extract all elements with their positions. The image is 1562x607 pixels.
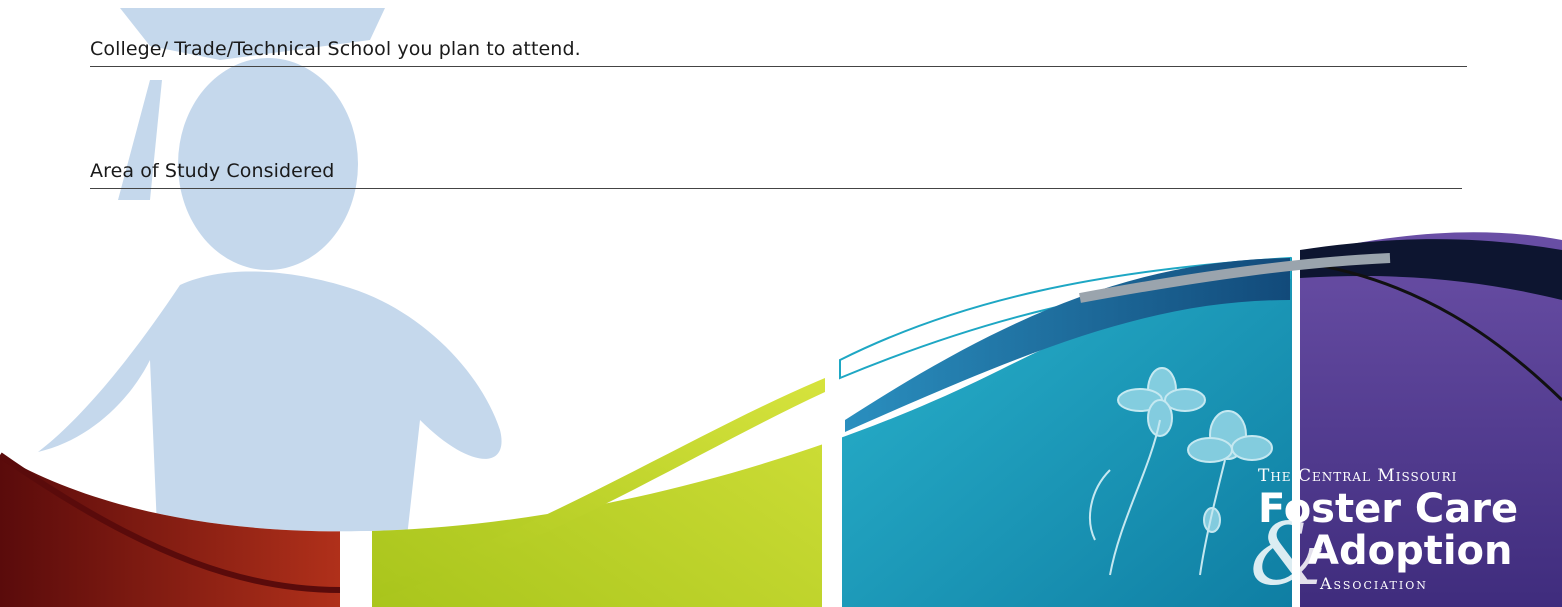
area-of-study-label: Area of Study Considered bbox=[90, 160, 335, 182]
logo-line-4: Association bbox=[1320, 574, 1428, 593]
school-field-label: College/ Trade/Technical School you plan… bbox=[90, 38, 581, 60]
area-of-study-line[interactable] bbox=[90, 188, 1462, 189]
logo-line-3: Adoption bbox=[1308, 528, 1513, 574]
area-of-study-field[interactable]: Area of Study Considered bbox=[90, 160, 1462, 189]
school-field[interactable]: College/ Trade/Technical School you plan… bbox=[90, 38, 1467, 67]
school-field-line[interactable] bbox=[90, 66, 1467, 67]
logo-line-1: The Central Missouri bbox=[1258, 466, 1458, 486]
organization-logo: The Central Missouri Foster Care & Adopt… bbox=[1250, 466, 1540, 598]
